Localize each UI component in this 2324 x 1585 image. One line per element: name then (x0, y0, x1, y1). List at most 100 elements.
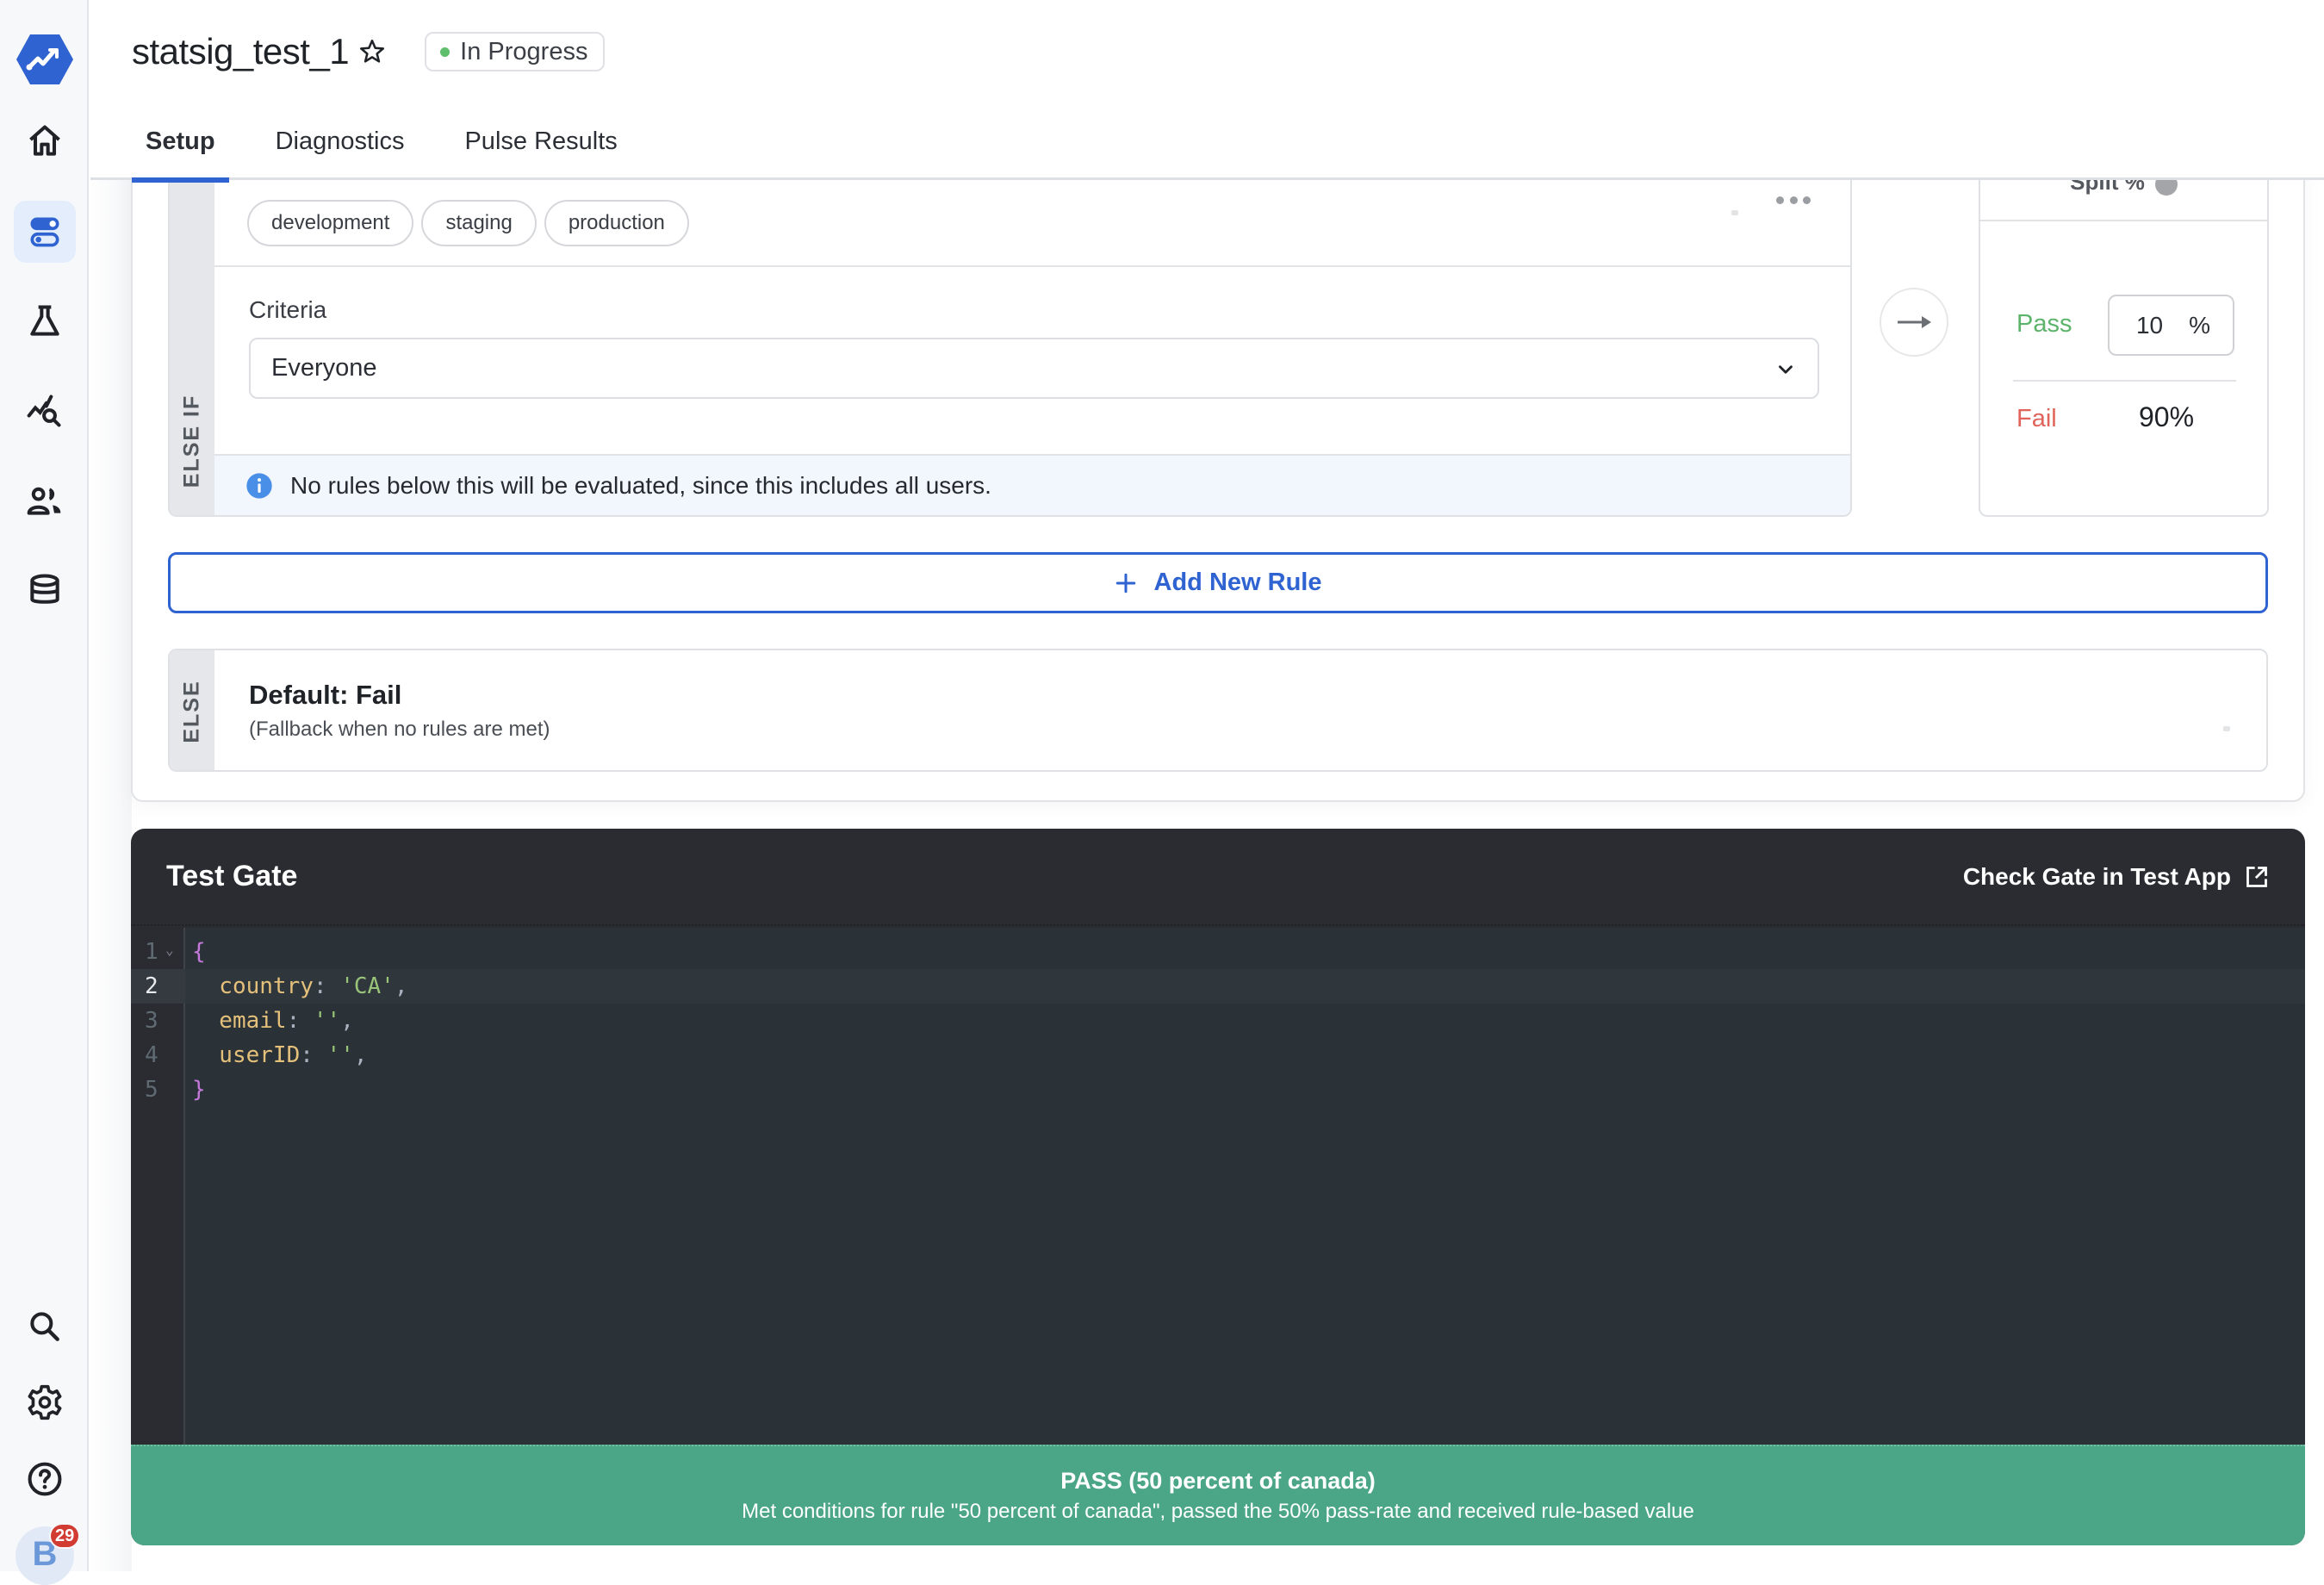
info-message: No rules below this will be evaluated, s… (290, 471, 991, 499)
content-gutter (90, 180, 132, 1571)
code-token-punc: : (300, 1042, 327, 1068)
criteria-label: Criteria (249, 296, 327, 323)
arrow-right-icon (1898, 316, 1931, 328)
drag-handle (1731, 210, 1738, 215)
code-token-str: 'CA' (340, 973, 395, 999)
plus-icon (1115, 573, 1135, 593)
pass-percentage-input[interactable]: 10 % (2108, 295, 2234, 356)
page-tabs: Setup Diagnostics Pulse Results (132, 121, 664, 183)
code-token-punc: , (353, 1042, 368, 1068)
flask-icon (30, 305, 59, 336)
page-title: statsig_test_1 (132, 31, 350, 71)
sidebar-item-help[interactable] (14, 1448, 76, 1510)
test-gate-title: Test Gate (166, 860, 298, 892)
rule-type-strip: ELSE (170, 650, 214, 770)
sidebar-item-users[interactable] (14, 469, 76, 531)
sidebar-item-settings[interactable] (14, 1371, 76, 1433)
code-token-key: email (192, 1008, 287, 1034)
status-label: In Progress (460, 37, 588, 65)
database-icon (30, 574, 59, 604)
pass-label: Pass (2016, 310, 2072, 338)
code-token-punc: : (286, 1008, 314, 1034)
drag-handle (2223, 726, 2230, 731)
code-text: country: 'CA', (185, 973, 407, 999)
criteria-select[interactable]: Everyone (249, 338, 1819, 399)
code-token-brace: { (192, 939, 206, 965)
test-gate-panel: Test Gate Check Gate in Test App 1 ⌄ {2 co… (131, 829, 2305, 1545)
rule-else-if: ELSE IF development staging production C… (168, 129, 1852, 517)
env-tag-staging[interactable]: staging (421, 200, 537, 246)
tab-diagnostics[interactable]: Diagnostics (262, 121, 419, 180)
code-text: email: '', (185, 1008, 354, 1034)
line-number: 4 (145, 1042, 158, 1068)
rule-type-strip: ELSE IF (170, 131, 214, 515)
code-token-punc: : (313, 973, 341, 999)
code-line[interactable]: 4 userID: '', (131, 1038, 2305, 1072)
environment-tags: development staging production (247, 200, 689, 246)
rule-type-label: ELSE IF (179, 394, 204, 488)
env-tag-development[interactable]: development (247, 200, 414, 246)
code-text: { (185, 939, 206, 965)
notification-badge: 29 (49, 1523, 81, 1549)
statsig-logo-icon[interactable] (16, 33, 74, 86)
add-new-rule-label: Add New Rule (1153, 569, 1322, 596)
sidebar-item-data[interactable] (14, 559, 76, 621)
page-header: statsig_test_1 In Progress Setup Diagnos… (90, 0, 2324, 183)
rule-default: ELSE Default: Fail (Fallback when no rul… (168, 649, 2268, 772)
arrow-connector (1880, 288, 1948, 357)
status-badge: In Progress (425, 32, 606, 71)
more-options-icon[interactable] (1776, 191, 1811, 208)
sidebar-item-analytics[interactable] (14, 380, 76, 442)
user-json-editor[interactable]: 1 ⌄{2 country: 'CA', 3 email: '', 4 userID:… (131, 928, 2305, 1445)
tab-pulse-results[interactable]: Pulse Results (451, 121, 631, 180)
users-icon (27, 487, 61, 515)
gear-icon (28, 1384, 62, 1420)
help-icon (28, 1462, 62, 1496)
fail-value: 90% (2139, 401, 2195, 432)
split-panel: Split % Pass 10 % Fail 90% (1979, 129, 2269, 517)
home-icon (29, 125, 60, 156)
chart-search-icon (27, 395, 61, 427)
test-gate-header: Test Gate Check Gate in Test App (131, 829, 2305, 926)
fold-chevron-icon[interactable]: ⌄ (165, 942, 174, 958)
sidebar-item-home[interactable] (14, 110, 76, 172)
code-token-punc: , (340, 1008, 354, 1034)
code-line[interactable]: 1 ⌄ { (131, 935, 2305, 969)
gate-result-banner: PASS (50 percent of canada) Met conditio… (131, 1445, 2305, 1545)
rule-type-label: ELSE (179, 680, 204, 743)
code-token-punc: , (394, 973, 408, 999)
fail-label: Fail (2016, 405, 2057, 432)
code-line[interactable]: 2 country: 'CA', (131, 969, 2305, 1004)
check-gate-test-app-link[interactable]: Check Gate in Test App (1963, 863, 2269, 891)
line-number: 1 ⌄ (145, 939, 174, 965)
info-icon (246, 472, 272, 499)
info-banner: No rules below this will be evaluated, s… (214, 454, 1850, 515)
env-tag-production[interactable]: production (544, 200, 689, 246)
code-text: userID: '', (185, 1042, 368, 1068)
sidebar-item-feature-gates[interactable] (14, 201, 76, 263)
pass-unit: % (2189, 311, 2210, 339)
status-dot (440, 47, 451, 57)
divider (214, 265, 1850, 267)
add-new-rule-button[interactable]: Add New Rule (168, 552, 2268, 613)
line-number: 5 (145, 1077, 158, 1103)
result-title: PASS (50 percent of canada) (1060, 1468, 1376, 1494)
split-divider (2013, 380, 2236, 382)
line-number: 3 (145, 1008, 158, 1034)
sidebar: B 29 (0, 0, 89, 1585)
rule-body: development staging production Criteria … (214, 131, 1850, 515)
chevron-down-icon (1779, 365, 1793, 374)
code-line[interactable]: 3 email: '', (131, 1004, 2305, 1038)
code-line[interactable]: 5} (131, 1072, 2305, 1107)
check-gate-link-label: Check Gate in Test App (1962, 863, 2231, 890)
code-token-str: '' (313, 1008, 341, 1034)
pass-value: 10 (2135, 311, 2164, 339)
code-token-key: country (192, 973, 314, 999)
toggle-icon (30, 217, 59, 247)
tab-setup[interactable]: Setup (132, 121, 229, 183)
sidebar-item-search[interactable] (14, 1296, 76, 1358)
star-icon[interactable] (357, 37, 387, 66)
sidebar-item-experiments[interactable] (14, 290, 76, 352)
external-link-icon (2246, 867, 2267, 887)
line-number: 2 (131, 969, 185, 1004)
